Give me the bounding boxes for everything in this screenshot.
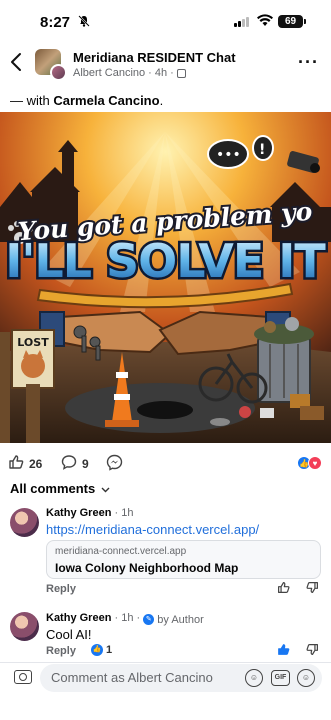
reply-button[interactable]: Reply [46, 645, 76, 657]
comment-like-count: 1 [106, 644, 113, 656]
thumbs-up-icon [8, 454, 24, 473]
comment-link[interactable]: https://meridiana-connect.vercel.app/ [46, 522, 259, 537]
gif-button[interactable]: GIF [271, 670, 290, 686]
comment-time: 1h [121, 612, 134, 624]
comment-input-placeholder: Comment as Albert Cancino [51, 670, 213, 685]
status-time: 8:27 [40, 14, 71, 31]
comment-author[interactable]: Kathy Green [46, 507, 111, 519]
comment-text: Cool AI! [46, 627, 92, 642]
comment-action[interactable]: 9 [61, 454, 89, 473]
link-preview-card[interactable]: meridiana-connect.vercel.app Iowa Colony… [46, 540, 321, 579]
post-header: Meridiana RESIDENT Chat Albert Cancino ·… [0, 44, 331, 84]
post-image[interactable]: ••• ! You got a problem yo I'LL SOLVE IT [0, 112, 331, 443]
comment-dislike-icon[interactable] [306, 643, 319, 659]
silent-bell-icon [78, 15, 90, 30]
image-headline-2: I'LL SOLVE IT [5, 234, 326, 288]
comment-author-line: Kathy Green · 1h [46, 507, 134, 519]
tagged-person[interactable]: Carmela Cancino [53, 93, 159, 108]
comment-author[interactable]: Kathy Green [46, 612, 111, 624]
comment-reactions[interactable]: 👍 1 [91, 644, 112, 656]
reaction-summary[interactable]: 👍 ♥ [297, 456, 322, 470]
emoji-icon[interactable]: ☺ [297, 669, 315, 687]
svg-text:!: ! [259, 142, 265, 158]
svg-text:•••: ••• [216, 147, 241, 163]
messenger-share-action[interactable] [106, 454, 123, 474]
back-arrow-icon[interactable] [10, 52, 22, 76]
comment-time: 1h [121, 507, 134, 519]
group-name[interactable]: Meridiana RESIDENT Chat [73, 50, 236, 65]
comment-like-icon[interactable] [277, 643, 290, 659]
messenger-icon [106, 454, 123, 474]
post-author[interactable]: Albert Cancino [73, 67, 145, 79]
avatar[interactable] [10, 612, 39, 641]
with-prefix: — with [10, 93, 50, 108]
post-meta: Albert Cancino · 4h · [73, 67, 186, 79]
link-preview-title: Iowa Colony Neighborhood Map [55, 561, 239, 575]
avatar[interactable] [10, 508, 39, 537]
post-actions-bar: 26 9 👍 ♥ [0, 454, 331, 474]
comment-composer: Comment as Albert Cancino ☺ GIF ☺ [0, 662, 331, 720]
like-count: 26 [29, 456, 43, 471]
privacy-icon [176, 68, 186, 78]
comment-dislike-icon[interactable] [306, 581, 319, 597]
cellular-signal-icon [234, 17, 249, 27]
post-timestamp: 4h [154, 67, 168, 79]
tagged-with-line: — with Carmela Cancino. [10, 93, 164, 108]
comment-count: 9 [82, 456, 89, 471]
comment-like-icon[interactable] [277, 581, 290, 597]
battery-indicator: 69 [278, 15, 306, 28]
comments-filter[interactable]: All comments [10, 481, 110, 496]
wifi-icon [257, 14, 273, 32]
like-action[interactable]: 26 [8, 454, 42, 473]
more-options-icon[interactable]: ··· [298, 52, 319, 73]
status-bar: 8:27 69 [0, 0, 331, 44]
link-preview-domain: meridiana-connect.vercel.app [55, 546, 187, 557]
like-reaction-icon: 👍 [91, 644, 103, 656]
reply-button[interactable]: Reply [46, 583, 76, 595]
comment-input[interactable]: Comment as Albert Cancino ☺ GIF ☺ [40, 664, 322, 692]
comment-bubble-icon [61, 454, 77, 473]
image-lost-sign: LOST [17, 336, 49, 349]
love-reaction-icon: ♥ [308, 456, 322, 470]
group-avatar[interactable] [35, 49, 67, 81]
author-badge-label: by Author [157, 613, 204, 626]
comments-filter-label: All comments [10, 481, 96, 496]
avatar-sticker-icon[interactable]: ☺ [245, 669, 263, 687]
chevron-down-icon [101, 481, 110, 496]
camera-icon[interactable] [14, 670, 32, 684]
author-badge: ✎ by Author [143, 613, 204, 626]
author-badge-icon: ✎ [143, 614, 155, 625]
comment-author-line: Kathy Green · 1h · ✎ by Author [46, 612, 204, 626]
